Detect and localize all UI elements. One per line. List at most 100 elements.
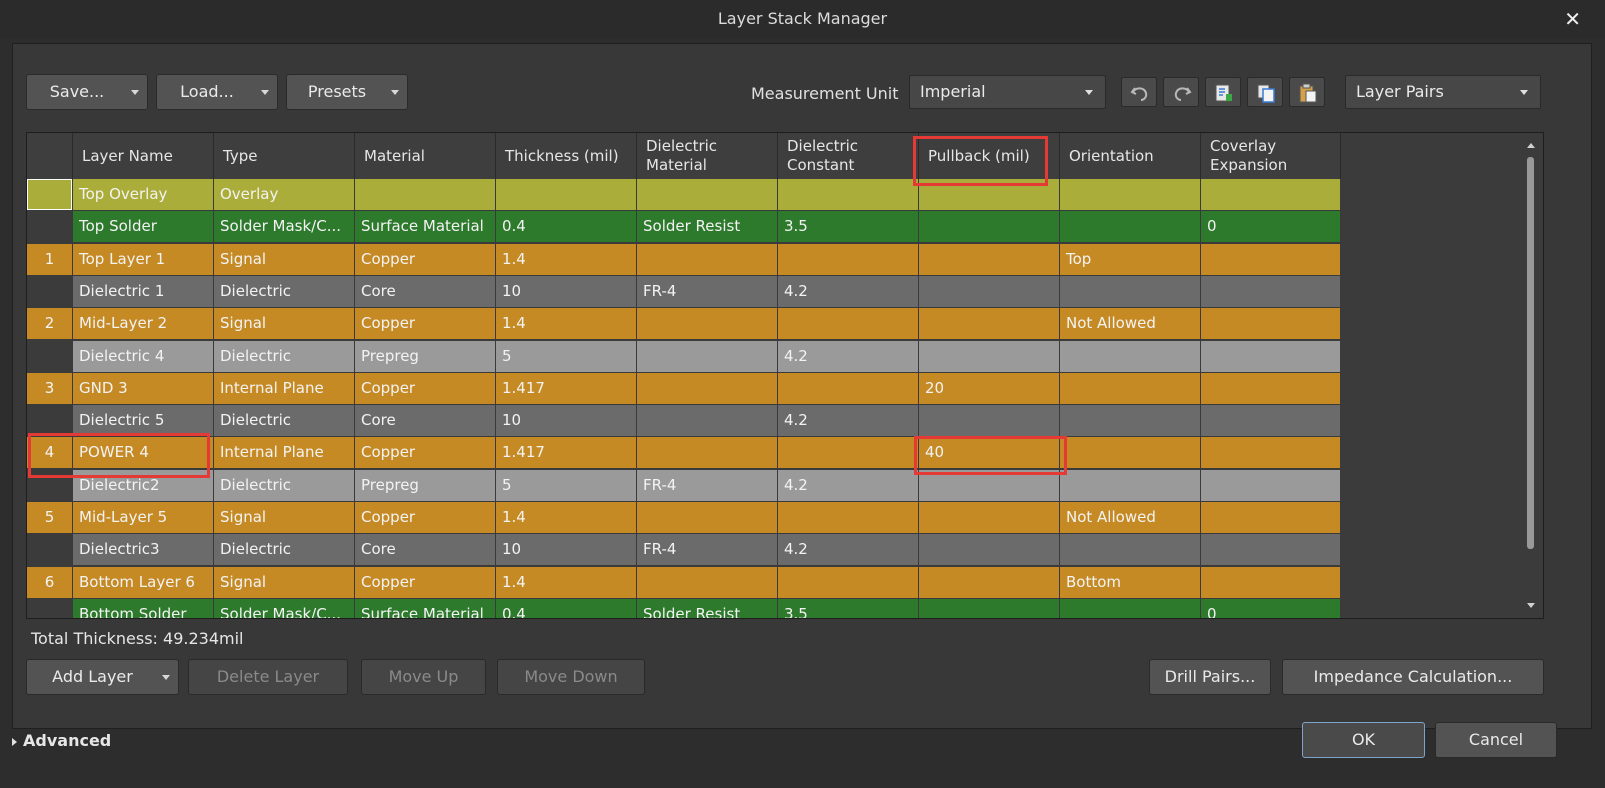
cell-material[interactable]: Copper: [355, 308, 496, 341]
cell-dielectric-material[interactable]: FR-4: [637, 275, 778, 308]
cell-material[interactable]: Copper: [355, 243, 496, 276]
cell-layer-name[interactable]: Bottom Layer 6: [73, 566, 214, 599]
cell-thickness[interactable]: 5: [496, 340, 637, 373]
cell-layer-name[interactable]: Dielectric3: [73, 534, 214, 567]
cell-type[interactable]: Dielectric: [214, 275, 355, 308]
cell-dielectric-material[interactable]: [637, 566, 778, 599]
cell-thickness[interactable]: 1.4: [496, 308, 637, 341]
table-row[interactable]: Dielectric2 Dielectric Prepreg 5 FR-4 4.2: [27, 469, 1341, 502]
table-row[interactable]: Top Overlay Overlay: [27, 179, 1341, 211]
cell-layer-name[interactable]: Dielectric 5: [73, 405, 214, 438]
cell-dielectric-material[interactable]: [637, 405, 778, 438]
table-row[interactable]: 5 Mid-Layer 5 Signal Copper 1.4 Not Allowed: [27, 502, 1341, 534]
cell-coverlay-expansion[interactable]: [1201, 566, 1341, 599]
cell-dielectric-material[interactable]: Solder Resist: [637, 211, 778, 244]
cell-coverlay-expansion[interactable]: [1201, 534, 1341, 567]
load-button[interactable]: Load...: [156, 74, 278, 110]
cell-coverlay-expansion[interactable]: [1201, 469, 1341, 502]
cell-coverlay-expansion[interactable]: [1201, 275, 1341, 308]
table-row[interactable]: Dielectric 5 Dielectric Core 10 4.2: [27, 405, 1341, 438]
cell-type[interactable]: Signal: [214, 566, 355, 599]
cell-index[interactable]: [27, 179, 73, 211]
header-col-coverlay-expansion[interactable]: Coverlay Expansion: [1201, 133, 1341, 179]
cell-thickness[interactable]: 1.4: [496, 243, 637, 276]
table-row[interactable]: Dielectric 4 Dielectric Prepreg 5 4.2: [27, 340, 1341, 373]
cell-type[interactable]: Signal: [214, 502, 355, 534]
cell-pullback[interactable]: [919, 340, 1060, 373]
cell-thickness[interactable]: 1.417: [496, 437, 637, 470]
cell-dielectric-material[interactable]: [637, 437, 778, 470]
close-icon[interactable]: ✕: [1564, 0, 1581, 38]
cell-index[interactable]: 6: [27, 566, 73, 599]
add-layer-button[interactable]: Add Layer: [26, 659, 179, 695]
cell-dielectric-material[interactable]: FR-4: [637, 534, 778, 567]
cell-pullback[interactable]: [919, 179, 1060, 211]
cell-index[interactable]: [27, 534, 73, 567]
paste-button[interactable]: [1289, 77, 1325, 107]
cell-material[interactable]: [355, 179, 496, 211]
cell-dielectric-constant[interactable]: 4.2: [778, 340, 919, 373]
cell-dielectric-constant[interactable]: 4.2: [778, 534, 919, 567]
cell-pullback[interactable]: [919, 243, 1060, 276]
cell-layer-name[interactable]: Dielectric2: [73, 469, 214, 502]
cell-thickness[interactable]: 0.4: [496, 598, 637, 618]
cell-type[interactable]: Solder Mask/C...: [214, 598, 355, 618]
cell-index[interactable]: 4: [27, 437, 73, 470]
cell-type[interactable]: Solder Mask/C...: [214, 211, 355, 244]
cell-coverlay-expansion[interactable]: [1201, 179, 1341, 211]
cell-coverlay-expansion[interactable]: [1201, 308, 1341, 341]
header-col-layer-name[interactable]: Layer Name: [73, 133, 214, 179]
cell-pullback[interactable]: 20: [919, 372, 1060, 405]
vertical-scrollbar[interactable]: [1519, 133, 1543, 618]
cell-coverlay-expansion[interactable]: [1201, 437, 1341, 470]
cell-layer-name[interactable]: Dielectric 4: [73, 340, 214, 373]
cell-material[interactable]: Surface Material: [355, 211, 496, 244]
cell-material[interactable]: Surface Material: [355, 598, 496, 618]
undo-button[interactable]: [1121, 77, 1157, 107]
table-row[interactable]: 1 Top Layer 1 Signal Copper 1.4 Top: [27, 243, 1341, 276]
cell-dielectric-constant[interactable]: [778, 308, 919, 341]
table-row[interactable]: Top Solder Solder Mask/C... Surface Materi…: [27, 211, 1341, 244]
cell-layer-name[interactable]: GND 3: [73, 372, 214, 405]
cell-index[interactable]: 3: [27, 372, 73, 405]
cell-coverlay-expansion[interactable]: [1201, 243, 1341, 276]
cell-orientation[interactable]: [1060, 372, 1201, 405]
cell-material[interactable]: Core: [355, 405, 496, 438]
cell-dielectric-material[interactable]: Solder Resist: [637, 598, 778, 618]
cell-index[interactable]: [27, 405, 73, 438]
cell-material[interactable]: Copper: [355, 372, 496, 405]
cell-layer-name[interactable]: Bottom Solder: [73, 598, 214, 618]
save-button[interactable]: Save...: [26, 74, 148, 110]
table-row[interactable]: Dielectric3 Dielectric Core 10 FR-4 4.2: [27, 534, 1341, 567]
presets-button[interactable]: Presets: [286, 74, 408, 110]
header-col-material[interactable]: Material: [355, 133, 496, 179]
scroll-up-icon[interactable]: [1527, 143, 1535, 148]
header-col-orientation[interactable]: Orientation: [1060, 133, 1201, 179]
cell-layer-name[interactable]: Mid-Layer 5: [73, 502, 214, 534]
cell-thickness[interactable]: 10: [496, 275, 637, 308]
cell-material[interactable]: Copper: [355, 566, 496, 599]
measurement-unit-select[interactable]: Imperial: [909, 75, 1106, 109]
cell-thickness[interactable]: 1.4: [496, 566, 637, 599]
cell-pullback[interactable]: [919, 308, 1060, 341]
cell-thickness[interactable]: 10: [496, 405, 637, 438]
cell-type[interactable]: Dielectric: [214, 469, 355, 502]
drill-pairs-button[interactable]: Drill Pairs...: [1149, 659, 1271, 695]
cell-dielectric-constant[interactable]: [778, 179, 919, 211]
cell-thickness[interactable]: [496, 179, 637, 211]
advanced-toggle[interactable]: Advanced: [12, 731, 111, 750]
cell-dielectric-constant[interactable]: 4.2: [778, 405, 919, 438]
cell-thickness[interactable]: 1.417: [496, 372, 637, 405]
scroll-thumb[interactable]: [1527, 157, 1534, 549]
cell-orientation[interactable]: [1060, 437, 1201, 470]
header-col-thickness[interactable]: Thickness (mil): [496, 133, 637, 179]
ok-button[interactable]: OK: [1302, 722, 1425, 758]
cell-orientation[interactable]: Not Allowed: [1060, 502, 1201, 534]
cell-pullback[interactable]: 40: [919, 437, 1060, 470]
header-col-dielectric-constant[interactable]: Dielectric Constant: [778, 133, 919, 179]
view-mode-select[interactable]: Layer Pairs: [1345, 75, 1541, 109]
cell-orientation[interactable]: [1060, 534, 1201, 567]
cell-material[interactable]: Prepreg: [355, 469, 496, 502]
cell-pullback[interactable]: [919, 534, 1060, 567]
cell-dielectric-material[interactable]: [637, 243, 778, 276]
